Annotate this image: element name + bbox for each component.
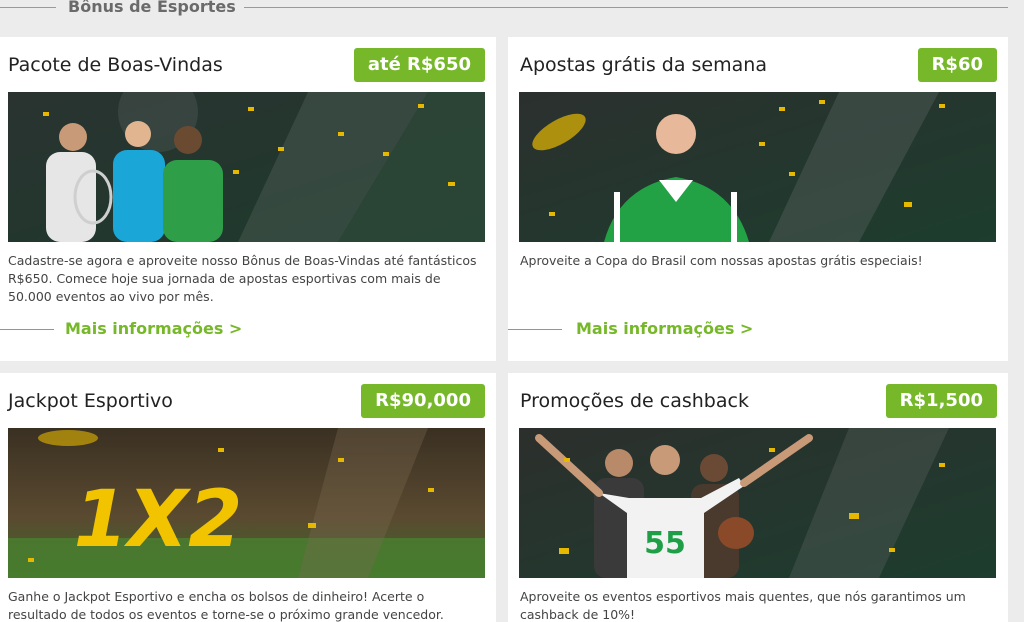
bonus-amount-badge: até R$650 (353, 48, 485, 82)
card-title: Promoções de cashback (520, 390, 749, 412)
header-divider-right (244, 7, 1008, 8)
banner-text: 1X2 (74, 475, 243, 565)
bonus-amount-badge: R$60 (917, 48, 997, 82)
more-info-divider (0, 329, 54, 330)
jackpot-banner-image[interactable]: 1X2 (8, 428, 485, 578)
promo-card-welcome[interactable]: Pacote de Boas-Vindas até R$650 Cadastre… (0, 37, 496, 361)
section-title: Bônus de Esportes (68, 0, 236, 16)
more-info-link[interactable]: Mais informações > (576, 319, 753, 338)
section-header: Bônus de Esportes (0, 0, 1024, 18)
card-description: Cadastre-se agora e aproveite nosso Bônu… (8, 253, 477, 304)
card-description: Ganhe o Jackpot Esportivo e encha os bol… (8, 589, 444, 622)
promo-card-cashback[interactable]: Promoções de cashback R$1,500 55 Aprovei… (508, 373, 1008, 622)
welcome-banner-image[interactable] (8, 92, 485, 242)
more-info-row: Mais informações > (508, 319, 808, 339)
card-title: Apostas grátis da semana (520, 54, 767, 76)
promo-card-free-bets[interactable]: Apostas grátis da semana R$60 Aproveite … (508, 37, 1008, 361)
free-bets-banner-image[interactable] (519, 92, 996, 242)
card-title: Jackpot Esportivo (8, 390, 173, 412)
cashback-banner-image[interactable]: 55 (519, 428, 996, 578)
jersey-number: 55 (644, 526, 686, 561)
card-title: Pacote de Boas-Vindas (8, 54, 223, 76)
more-info-link[interactable]: Mais informações > (65, 319, 242, 338)
header-divider-left (0, 7, 56, 8)
bonus-amount-badge: R$1,500 (885, 384, 997, 418)
more-info-row: Mais informações > (0, 319, 300, 339)
bonus-amount-badge: R$90,000 (361, 384, 485, 418)
card-description: Aproveite os eventos esportivos mais que… (520, 589, 966, 622)
more-info-divider (508, 329, 562, 330)
card-description: Aproveite a Copa do Brasil com nossas ap… (520, 253, 923, 268)
promo-card-jackpot[interactable]: Jackpot Esportivo R$90,000 1X2 Ganhe o J… (0, 373, 496, 622)
